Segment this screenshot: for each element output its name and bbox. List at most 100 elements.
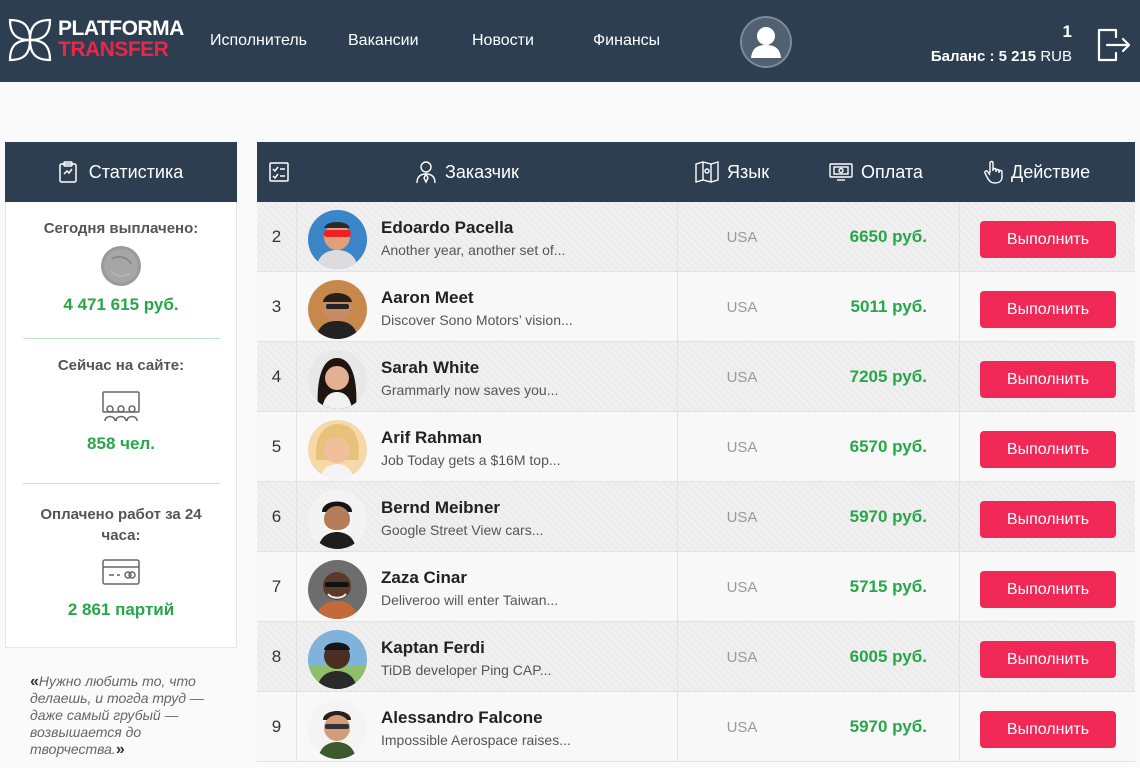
person-tie-icon <box>416 161 436 184</box>
divider <box>959 342 960 412</box>
stats-panel: Сегодня выплачено: 4 471 615 руб. Сейчас… <box>5 202 237 648</box>
language-value: USA <box>726 368 758 386</box>
nav-item-news[interactable]: Новости <box>472 31 534 51</box>
client-name[interactable]: Sarah White <box>381 358 479 378</box>
client-avatar[interactable] <box>308 490 367 549</box>
client-avatar[interactable] <box>308 210 367 269</box>
client-name[interactable]: Arif Rahman <box>381 428 482 448</box>
user-avatar[interactable] <box>740 16 792 68</box>
client-description: Google Street View cars... <box>381 522 544 538</box>
table-row: 9 Alessandro Falcone Impossible Aerospac… <box>257 692 1135 762</box>
stat-jobs-24h: Оплачено работ за 24 часа: 2 861 партий <box>6 504 236 620</box>
table-row: 7 Zaza Cinar Deliveroo will enter Taiwan… <box>257 552 1135 622</box>
divider <box>23 338 220 339</box>
balance-label: Баланс : 5 215 <box>930 48 1037 65</box>
checklist-icon <box>269 162 289 182</box>
clipboard-icon <box>58 161 77 183</box>
execute-button[interactable]: Выполнить <box>980 501 1116 538</box>
top-navbar: PLATFORMA TRANSFER Исполнитель Вакансии … <box>0 0 1140 82</box>
payment-value: 5715 руб. <box>849 577 927 596</box>
row-number: 5 <box>257 412 297 482</box>
language-value: USA <box>726 438 758 456</box>
payment-value: 7205 руб. <box>849 367 927 386</box>
execute-button[interactable]: Выполнить <box>980 641 1116 678</box>
execute-button[interactable]: Выполнить <box>980 711 1116 748</box>
payment-value: 5970 руб. <box>849 507 927 526</box>
col-client-label: Заказчик <box>445 161 519 182</box>
client-name[interactable]: Kaptan Ferdi <box>381 638 485 658</box>
payment-value: 6005 руб. <box>849 647 927 666</box>
client-description: Impossible Aerospace raises... <box>381 732 571 748</box>
stat-value: 858 чел. <box>87 434 155 453</box>
client-description: Job Today gets a $16M top... <box>381 452 561 468</box>
client-name[interactable]: Bernd Meibner <box>381 498 500 518</box>
stat-label: Сегодня выплачено: <box>43 220 199 237</box>
client-avatar[interactable] <box>308 280 367 339</box>
row-number: 8 <box>257 622 297 692</box>
nav-item-finance[interactable]: Финансы <box>593 31 660 51</box>
nav-item-vacancies[interactable]: Вакансии <box>348 31 419 51</box>
row-number: 9 <box>257 692 297 762</box>
logo-text-transfer: TRANSFER <box>58 38 169 61</box>
table-row: 4 Sarah White Grammarly now saves you...… <box>257 342 1135 412</box>
execute-button[interactable]: Выполнить <box>980 571 1116 608</box>
payment-value: 6650 руб. <box>849 227 927 246</box>
col-action-label: Действие <box>1011 161 1091 182</box>
language-value: USA <box>726 578 758 596</box>
client-avatar[interactable] <box>308 350 367 409</box>
col-payment-label: Оплата <box>861 161 923 182</box>
map-icon <box>695 161 719 183</box>
row-number: 2 <box>257 202 297 272</box>
client-name[interactable]: Aaron Meet <box>381 288 474 308</box>
logout-icon[interactable] <box>1096 27 1132 63</box>
client-avatar[interactable] <box>308 630 367 689</box>
monitor-money-icon <box>829 163 853 181</box>
row-number: 4 <box>257 342 297 412</box>
client-description: Grammarly now saves you... <box>381 382 559 398</box>
client-name[interactable]: Edoardo Pacella <box>381 218 513 238</box>
execute-button[interactable]: Выполнить <box>980 431 1116 468</box>
nav-item-executor[interactable]: Исполнитель <box>210 31 307 51</box>
col-action[interactable]: Действие <box>983 142 1090 202</box>
divider <box>959 272 960 342</box>
payment-value: 6570 руб. <box>849 437 927 456</box>
stat-online: Сейчас на сайте: 858 чел. <box>6 355 236 454</box>
language-value: USA <box>726 228 758 246</box>
hand-pointer-icon <box>984 160 1003 184</box>
col-payment[interactable]: Оплата <box>829 142 923 202</box>
select-all[interactable] <box>269 142 297 202</box>
execute-button[interactable]: Выполнить <box>980 221 1116 258</box>
account-info: 1 Баланс : 5 215 RUB <box>931 22 1072 66</box>
col-client[interactable]: Заказчик <box>415 142 519 202</box>
stat-label: Сейчас на сайте: <box>57 357 185 374</box>
stat-paid-today: Сегодня выплачено: 4 471 615 руб. <box>6 218 236 315</box>
col-language[interactable]: Язык <box>695 142 769 202</box>
client-avatar[interactable] <box>308 560 367 619</box>
language-value: USA <box>726 718 758 736</box>
payment-value: 5970 руб. <box>849 717 927 736</box>
balance: Баланс : 5 215 RUB <box>931 48 1072 66</box>
stat-label: Оплачено работ за 24 часа: <box>40 506 202 544</box>
divider <box>959 552 960 622</box>
table-row: 5 Arif Rahman Job Today gets a $16M top.… <box>257 412 1135 482</box>
client-name[interactable]: Alessandro Falcone <box>381 708 543 728</box>
table-row: 3 Aaron Meet Discover Sono Motors’ visio… <box>257 272 1135 342</box>
language-value: USA <box>726 508 758 526</box>
table-row: 8 Kaptan Ferdi TiDB developer Ping CAP..… <box>257 622 1135 692</box>
client-description: TiDB developer Ping CAP... <box>381 662 552 678</box>
execute-button[interactable]: Выполнить <box>980 361 1116 398</box>
payment-value: 5011 руб. <box>850 297 927 316</box>
client-avatar[interactable] <box>308 700 367 759</box>
orders-table: 2 Edoardo Pacella Another year, another … <box>257 202 1135 768</box>
client-description: Deliveroo will enter Taiwan... <box>381 592 559 608</box>
row-number: 3 <box>257 272 297 342</box>
client-name[interactable]: Zaza Cinar <box>381 568 467 588</box>
motivational-quote: «Нужно любить то, что делаешь, и тогда т… <box>30 673 204 758</box>
language-value: USA <box>726 648 758 666</box>
execute-button[interactable]: Выполнить <box>980 291 1116 328</box>
logo[interactable]: PLATFORMA TRANSFER <box>6 14 184 66</box>
client-avatar[interactable] <box>308 420 367 479</box>
stats-panel-header: Статистика <box>5 142 237 202</box>
card-icon <box>102 559 140 585</box>
stats-title: Статистика <box>88 161 184 182</box>
